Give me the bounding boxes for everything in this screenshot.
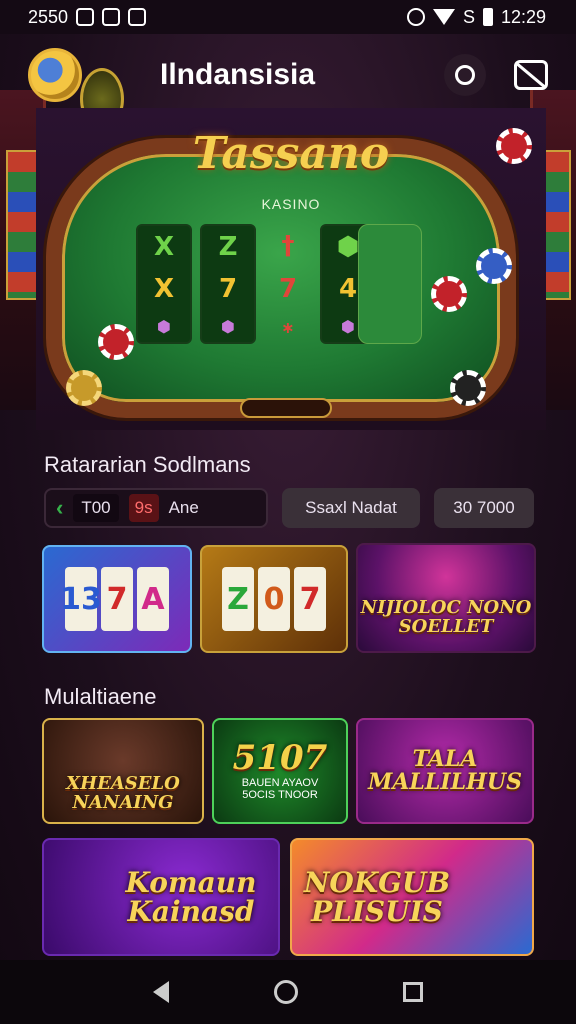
filter-badge: 9s bbox=[128, 494, 159, 522]
reel-symbol: 13 bbox=[60, 567, 102, 631]
reel-symbol: 7 bbox=[294, 567, 326, 631]
chip-icon bbox=[476, 248, 512, 284]
chip-icon bbox=[66, 370, 102, 406]
hero-banner[interactable]: Tassano KASINO X X ⬢ Z 7 ⬢ † 7 ∗ ⬢ 4 ⬢ bbox=[36, 108, 546, 430]
slot-screen-left bbox=[6, 150, 38, 300]
status-left: 2550 bbox=[28, 6, 147, 28]
cast-icon[interactable] bbox=[514, 60, 548, 90]
game-tile[interactable]: NOKGUB PLISUIS bbox=[290, 838, 534, 956]
game-tile[interactable]: 5107 BAUEN AYAOV 5OCIS TNOOR bbox=[212, 718, 348, 824]
app-title: Ilndansisia bbox=[160, 58, 316, 91]
alarm-icon bbox=[406, 8, 425, 26]
profile-icon[interactable] bbox=[444, 54, 486, 96]
hero-title: Tassano bbox=[192, 128, 390, 179]
reel-symbol: X bbox=[153, 274, 175, 305]
game-title: 5107 bbox=[232, 738, 328, 779]
game-title: Komaun Kainasd bbox=[125, 865, 257, 928]
table-plaque bbox=[240, 398, 332, 418]
chip-icon bbox=[450, 370, 486, 406]
game-tile[interactable]: Komaun Kainasd bbox=[42, 838, 280, 956]
reel-symbol: ⬢ bbox=[157, 316, 171, 336]
filter-row: ‹ T00 9s Ane Ssaxl Nadat 30 7000 bbox=[44, 488, 534, 528]
reel-symbol: ∗ bbox=[281, 318, 295, 338]
filter-selector[interactable]: ‹ T00 9s Ane bbox=[44, 488, 268, 528]
game-subtitle: BAUEN AYAOV 5OCIS TNOOR bbox=[241, 776, 319, 801]
notification-icon bbox=[76, 8, 95, 26]
game-title: TALA MALLILHUS bbox=[368, 745, 522, 795]
slot-reels: 13 7 A bbox=[60, 567, 169, 631]
section-title: Mulaltiaene bbox=[44, 684, 157, 709]
game-title: XHEASELO NANAING bbox=[66, 773, 180, 813]
back-icon[interactable] bbox=[152, 981, 169, 1003]
reel-symbol: 4 bbox=[338, 274, 358, 305]
reel-symbol: † bbox=[281, 230, 295, 261]
reel-symbol: 0 bbox=[258, 567, 290, 631]
app-header: Ilndansisia bbox=[28, 40, 548, 130]
hero-subtitle: KASINO bbox=[261, 196, 321, 212]
reel-symbol: X bbox=[153, 232, 175, 263]
filter-button-right[interactable]: 30 7000 bbox=[434, 488, 534, 528]
game-title: NOKGUB PLISUIS bbox=[303, 865, 451, 928]
filter-button-mid[interactable]: Ssaxl Nadat bbox=[282, 488, 420, 528]
reel-symbol: 7 bbox=[101, 567, 133, 631]
hero-reels: X X ⬢ Z 7 ⬢ † 7 ∗ ⬢ 4 ⬢ bbox=[136, 224, 376, 344]
chip-icon bbox=[98, 324, 134, 360]
reel-symbol: 7 bbox=[278, 274, 298, 305]
reel-symbol: Z bbox=[218, 232, 238, 263]
game-tile[interactable]: Z 0 7 bbox=[200, 545, 348, 653]
recents-icon[interactable] bbox=[403, 982, 424, 1002]
reel-symbol: ⬢ bbox=[341, 316, 355, 336]
slot-reels: Z 0 7 bbox=[222, 567, 326, 631]
header-actions bbox=[444, 54, 548, 96]
game-title: NIJIOLOC NONO SOELLET bbox=[360, 597, 532, 637]
reel: Z 7 ⬢ bbox=[200, 224, 256, 344]
chip-icon bbox=[496, 128, 532, 164]
reel-symbol: 7 bbox=[218, 274, 238, 305]
filter-extra: Ane bbox=[168, 498, 199, 517]
system-nav-bar bbox=[0, 960, 576, 1024]
app-logo[interactable] bbox=[28, 48, 82, 102]
status-time-left: 2550 bbox=[28, 6, 69, 27]
reel: X X ⬢ bbox=[136, 224, 192, 344]
filter-value: T00 bbox=[73, 494, 119, 522]
battery-icon bbox=[482, 8, 493, 26]
shield-icon bbox=[128, 8, 147, 26]
section-title: Ratararian Sodlmans bbox=[44, 452, 251, 477]
arrow-left-icon[interactable]: ‹ bbox=[56, 495, 63, 521]
status-right: S 12:29 bbox=[406, 6, 546, 28]
notification-icon bbox=[102, 8, 121, 26]
status-bar: 2550 S 12:29 bbox=[0, 0, 576, 34]
game-tile[interactable]: 13 7 A bbox=[42, 545, 192, 653]
chip-icon bbox=[431, 276, 467, 312]
reel-symbol: ⬢ bbox=[336, 232, 360, 263]
reel-symbol: ⬢ bbox=[221, 316, 235, 336]
status-time-right: 12:29 bbox=[500, 6, 546, 27]
wifi-icon bbox=[432, 9, 455, 25]
game-tile[interactable]: XHEASELO NANAING bbox=[42, 718, 204, 824]
reel-symbol: A bbox=[137, 567, 169, 631]
table-panel bbox=[358, 224, 422, 344]
reel: † 7 ∗ bbox=[264, 224, 312, 344]
reel-symbol: Z bbox=[222, 567, 254, 631]
signal-text: S bbox=[462, 6, 475, 27]
game-tile[interactable]: NIJIOLOC NONO SOELLET bbox=[356, 543, 536, 653]
game-content: 5107 BAUEN AYAOV 5OCIS TNOOR bbox=[230, 738, 330, 801]
home-icon[interactable] bbox=[273, 980, 298, 1004]
game-tile[interactable]: TALA MALLILHUS bbox=[356, 718, 534, 824]
